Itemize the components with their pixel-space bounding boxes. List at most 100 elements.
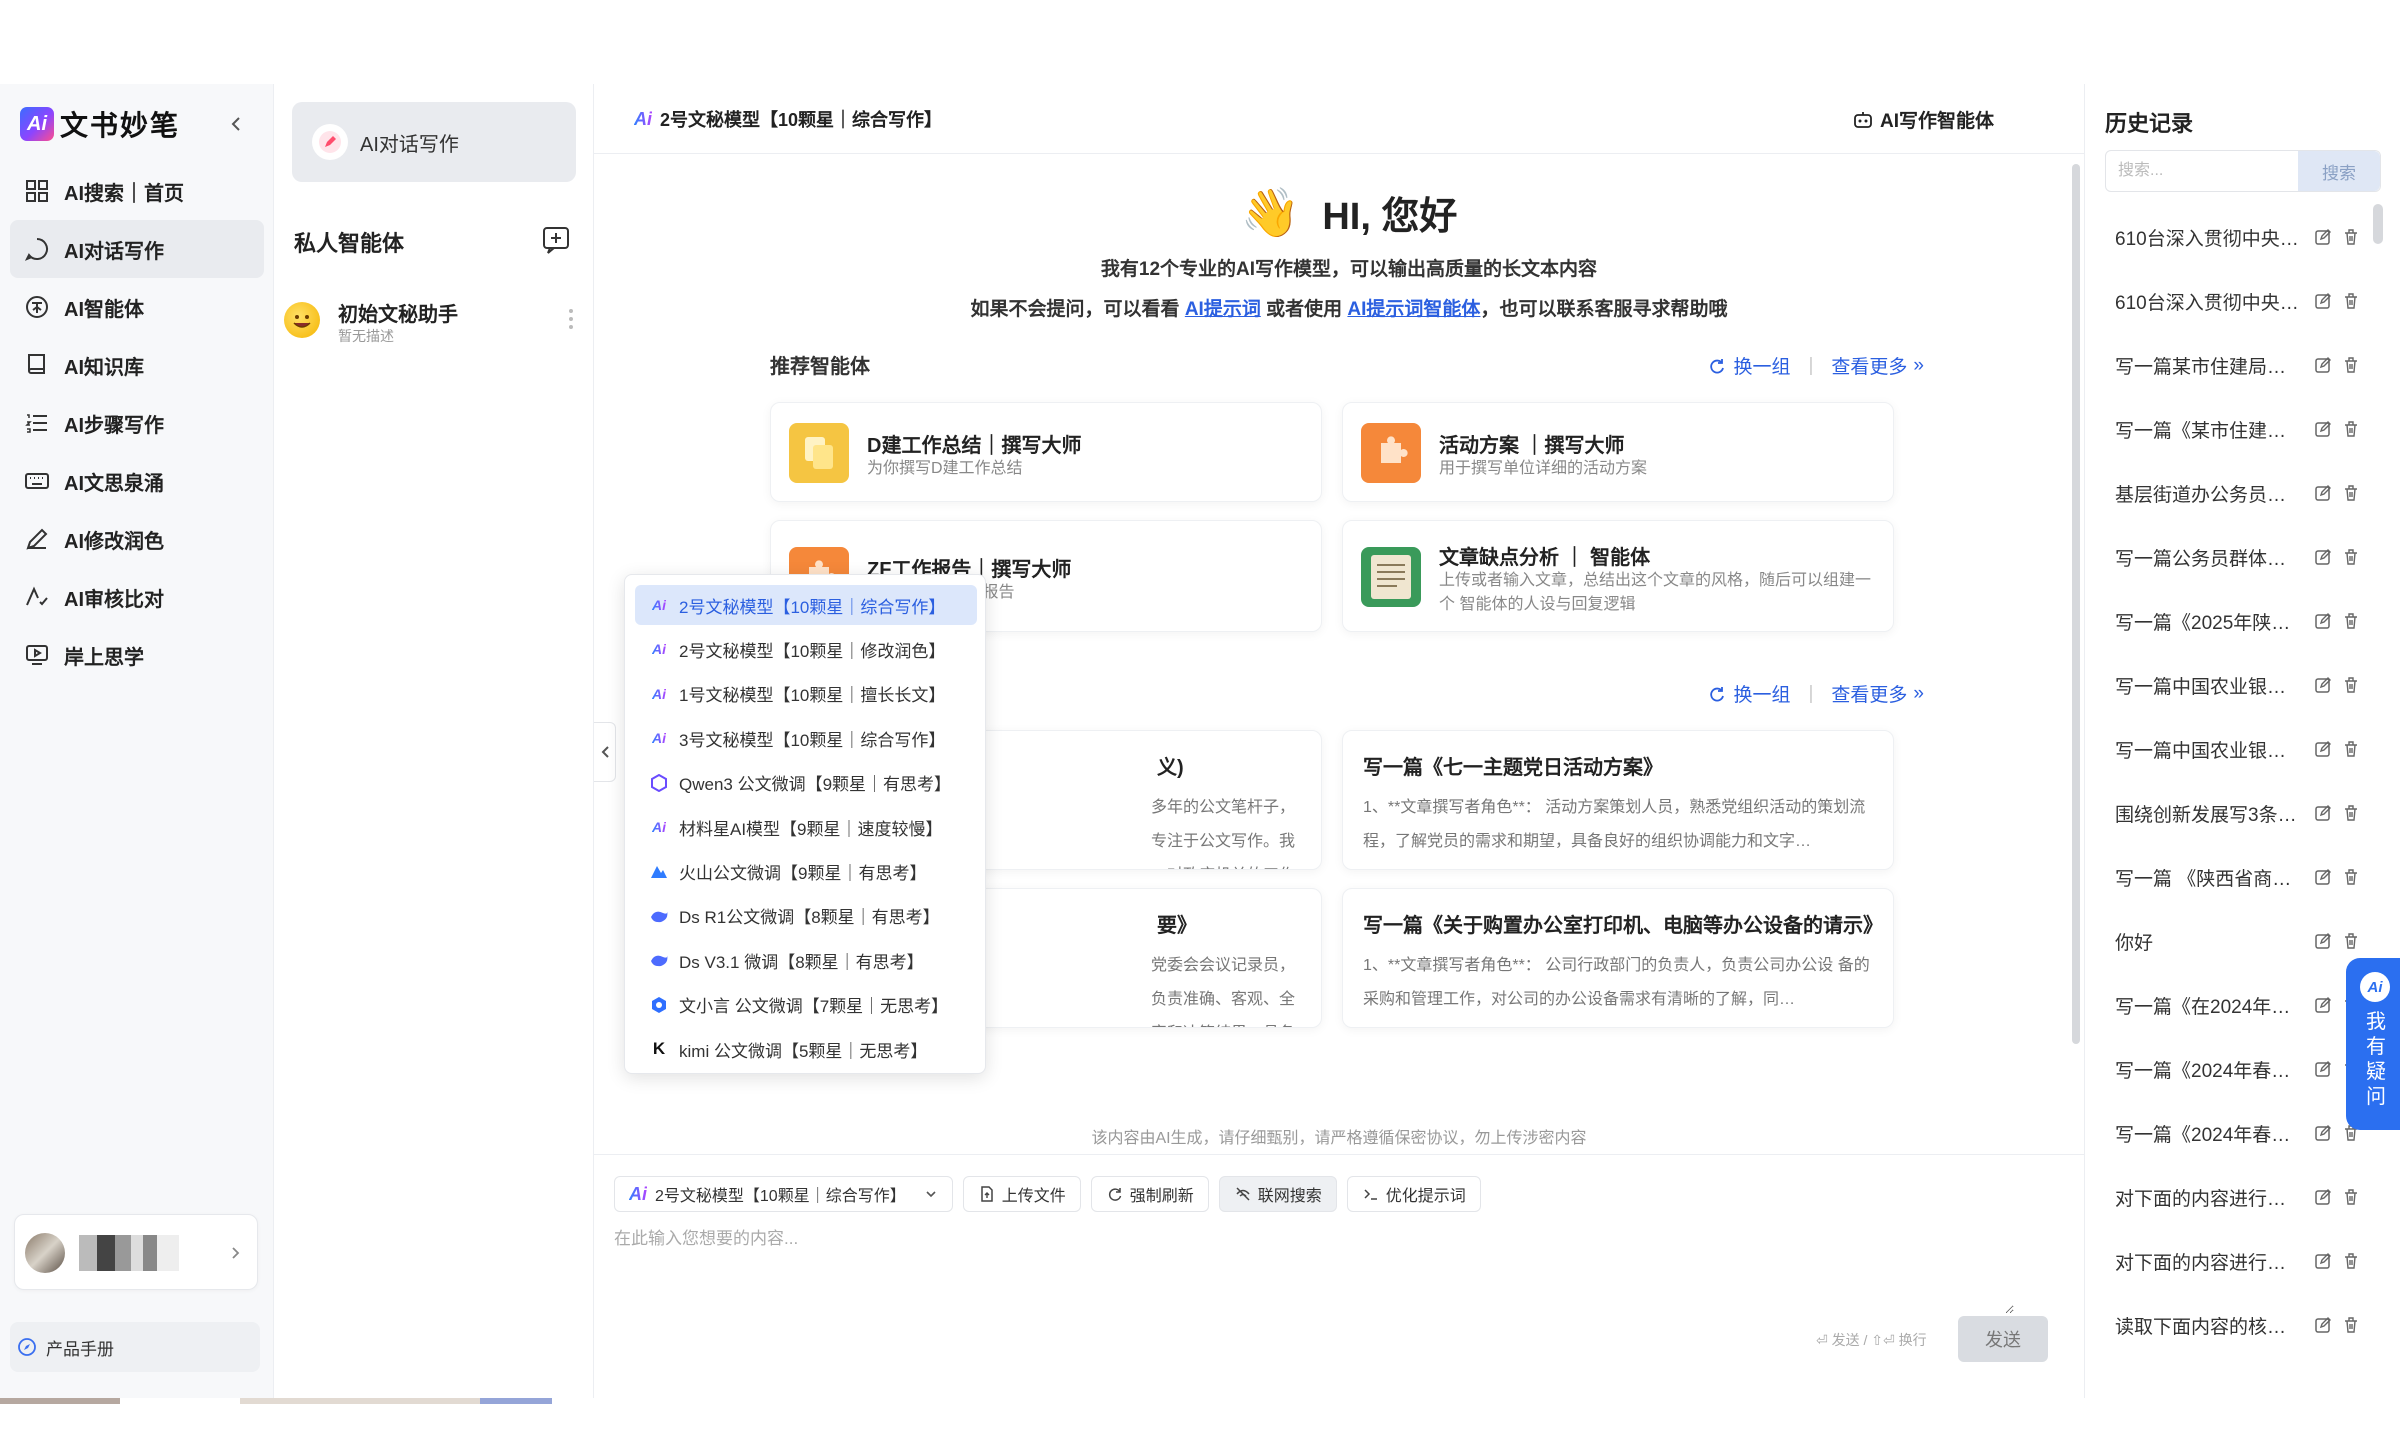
send-button[interactable]: 发送 <box>1958 1316 2048 1362</box>
more-vertical-icon[interactable] <box>568 306 574 332</box>
edit-icon[interactable] <box>2313 1187 2333 1207</box>
refresh-prompts-button[interactable]: 换一组 <box>1733 680 1790 707</box>
model-option[interactable]: Ai 3号文秘模型【10颗星｜综合写作】 <box>635 718 977 758</box>
nav-item[interactable]: AI搜索｜首页 <box>10 162 264 220</box>
edit-icon[interactable] <box>2313 1059 2333 1079</box>
edit-icon[interactable] <box>2313 355 2333 375</box>
edit-icon[interactable] <box>2313 419 2333 439</box>
history-item[interactable]: 写一篇中国农业银行工作总结 <box>2115 665 2365 705</box>
history-search-button[interactable]: 搜索 <box>2298 151 2380 191</box>
delete-icon[interactable] <box>2341 227 2361 247</box>
prompt-card[interactable]: 写一篇《七一主题党日活动方案》 1、**文章撰写者角色**： 活动方案策划人员，… <box>1342 730 1894 870</box>
model-option[interactable]: Kkimi 公文微调【5颗星｜无思考】 <box>635 1029 977 1069</box>
edit-icon[interactable] <box>2313 739 2333 759</box>
nav-item[interactable]: AI文思泉涌 <box>10 452 264 510</box>
agent-card[interactable]: 活动方案 ｜撰写大师 用于撰写单位详细的活动方案 <box>1342 402 1894 502</box>
edit-icon[interactable] <box>2313 547 2333 567</box>
nav-item[interactable]: AI步骤写作 <box>10 394 264 452</box>
model-option[interactable]: Ds R1公文微调【8颗星｜有思考】 <box>635 896 977 936</box>
nav-item[interactable]: AI对话写作 <box>10 220 264 278</box>
edit-icon[interactable] <box>2313 675 2333 695</box>
add-agent-icon[interactable] <box>540 224 572 256</box>
history-item[interactable]: 基层街道办公务员工作总结 <box>2115 473 2365 513</box>
upload-file-button[interactable]: 上传文件 <box>962 1176 1081 1212</box>
history-item[interactable]: 写一篇中国农业银行工作报告 <box>2115 729 2365 769</box>
web-search-toggle[interactable]: 联网搜索 <box>1218 1176 1337 1212</box>
nav-item[interactable]: AI知识库 <box>10 336 264 394</box>
history-item[interactable]: 对下面的内容进行总结归纳 <box>2115 1241 2365 1281</box>
nav-item[interactable]: 岸上思学 <box>10 626 264 684</box>
optimize-prompt-button[interactable]: 优化提示词 <box>1346 1176 1481 1212</box>
tab-ai-chat-writing[interactable]: AI对话写作 <box>292 102 576 182</box>
model-option[interactable]: Ai 2号文秘模型【10颗星｜综合写作】 <box>635 585 977 625</box>
help-float-button[interactable]: Ai 我有疑问 <box>2346 958 2400 1130</box>
force-refresh-button[interactable]: 强制刷新 <box>1090 1176 1209 1212</box>
edit-icon[interactable] <box>2313 803 2333 823</box>
history-item[interactable]: 写一篇《2024年春节讲话》 <box>2115 1113 2365 1153</box>
prompt-card[interactable]: 写一篇《关于购置办公室打印机、电脑等办公设备的请示》 1、**文章撰写者角色**… <box>1342 888 1894 1028</box>
ai-writing-agent-link[interactable]: AI写作智能体 <box>1852 106 1994 133</box>
edit-icon[interactable] <box>2313 931 2333 951</box>
history-item[interactable]: 写一篇公务员群体工作报告 <box>2115 537 2365 577</box>
edit-icon[interactable] <box>2313 1315 2333 1335</box>
delete-icon[interactable] <box>2341 1187 2361 1207</box>
history-item[interactable]: 对下面的内容进行修改润色 <box>2115 1177 2365 1217</box>
edit-icon[interactable] <box>2313 483 2333 503</box>
agent-card[interactable]: D建工作总结｜撰写大师 为你撰写D建工作总结 <box>770 402 1322 502</box>
delete-icon[interactable] <box>2341 355 2361 375</box>
delete-icon[interactable] <box>2341 611 2361 631</box>
side-toggle-chevron-icon[interactable] <box>594 722 616 782</box>
history-item[interactable]: 610台深入贯彻中央八项规定精神 <box>2115 281 2365 321</box>
edit-icon[interactable] <box>2313 291 2333 311</box>
history-item[interactable]: 610台深入贯彻中央八项规定精神 <box>2115 217 2365 257</box>
refresh-agents-button[interactable]: 换一组 <box>1733 352 1790 379</box>
model-option[interactable]: Ai 2号文秘模型【10颗星｜修改润色】 <box>635 629 977 669</box>
delete-icon[interactable] <box>2341 419 2361 439</box>
history-item[interactable]: 写一篇某市住建局工作总结 <box>2115 345 2365 385</box>
edit-icon[interactable] <box>2313 227 2333 247</box>
agent-item[interactable]: 初始文秘助手 暂无描述 <box>284 292 584 352</box>
model-option[interactable]: 文小言 公文微调【7颗星｜无思考】 <box>635 985 977 1025</box>
delete-icon[interactable] <box>2341 483 2361 503</box>
user-card[interactable] <box>14 1214 258 1290</box>
history-scrollbar[interactable] <box>2373 204 2383 244</box>
model-option[interactable]: 火山公文微调【9颗星｜有思考】 <box>635 851 977 891</box>
history-item[interactable]: 写一篇《2025年陕西省工作》 <box>2115 601 2365 641</box>
ai-prompt-agent-link[interactable]: AI提示词智能体 <box>1347 299 1480 320</box>
edit-icon[interactable] <box>2313 611 2333 631</box>
model-option[interactable]: Ai 1号文秘模型【10颗星｜擅长长文】 <box>635 674 977 714</box>
main-scrollbar[interactable] <box>2072 164 2080 1044</box>
delete-icon[interactable] <box>2341 675 2361 695</box>
nav-item[interactable]: AI修改润色 <box>10 510 264 568</box>
history-item[interactable]: 写一篇《2024年春节慰问》 <box>2115 1049 2365 1089</box>
history-item[interactable]: 你好 <box>2115 921 2365 961</box>
message-input[interactable] <box>614 1224 2014 1314</box>
history-item[interactable]: 读取下面内容的核心要点 <box>2115 1305 2365 1345</box>
delete-icon[interactable] <box>2341 739 2361 759</box>
history-item[interactable]: 围绕创新发展写3条建议 <box>2115 793 2365 833</box>
delete-icon[interactable] <box>2341 867 2361 887</box>
delete-icon[interactable] <box>2341 931 2361 951</box>
delete-icon[interactable] <box>2341 1315 2361 1335</box>
product-manual-link[interactable]: 产品手册 <box>10 1322 260 1372</box>
nav-item[interactable]: AI智能体 <box>10 278 264 336</box>
model-option[interactable]: Ai 材料星AI模型【9颗星｜速度较慢】 <box>635 807 977 847</box>
agent-card[interactable]: 文章缺点分析 ｜ 智能体 上传或者输入文章，总结出这个文章的风格，随后可以组建一… <box>1342 520 1894 632</box>
collapse-nav-icon[interactable] <box>222 110 250 138</box>
model-option[interactable]: Ds V3.1 微调【8颗星｜有思考】 <box>635 940 977 980</box>
delete-icon[interactable] <box>2341 291 2361 311</box>
delete-icon[interactable] <box>2341 1251 2361 1271</box>
delete-icon[interactable] <box>2341 547 2361 567</box>
model-option[interactable]: Qwen3 公文微调【9颗星｜有思考】 <box>635 763 977 803</box>
history-item[interactable]: 写一篇《某市住建局工作报告》 <box>2115 409 2365 449</box>
edit-icon[interactable] <box>2313 1251 2333 1271</box>
delete-icon[interactable] <box>2341 803 2361 823</box>
nav-item[interactable]: AI审核比对 <box>10 568 264 626</box>
edit-icon[interactable] <box>2313 1123 2333 1143</box>
model-select[interactable]: Ai 2号文秘模型【10颗星｜综合写作】 <box>614 1176 953 1212</box>
history-item[interactable]: 写一篇 《陕西省商务厅工作》 <box>2115 857 2365 897</box>
history-item[interactable]: 写一篇《在2024年工作会议》 <box>2115 985 2365 1025</box>
edit-icon[interactable] <box>2313 867 2333 887</box>
ai-prompt-link[interactable]: AI提示词 <box>1185 299 1261 320</box>
more-agents-link[interactable]: 查看更多 <box>1831 352 1907 379</box>
